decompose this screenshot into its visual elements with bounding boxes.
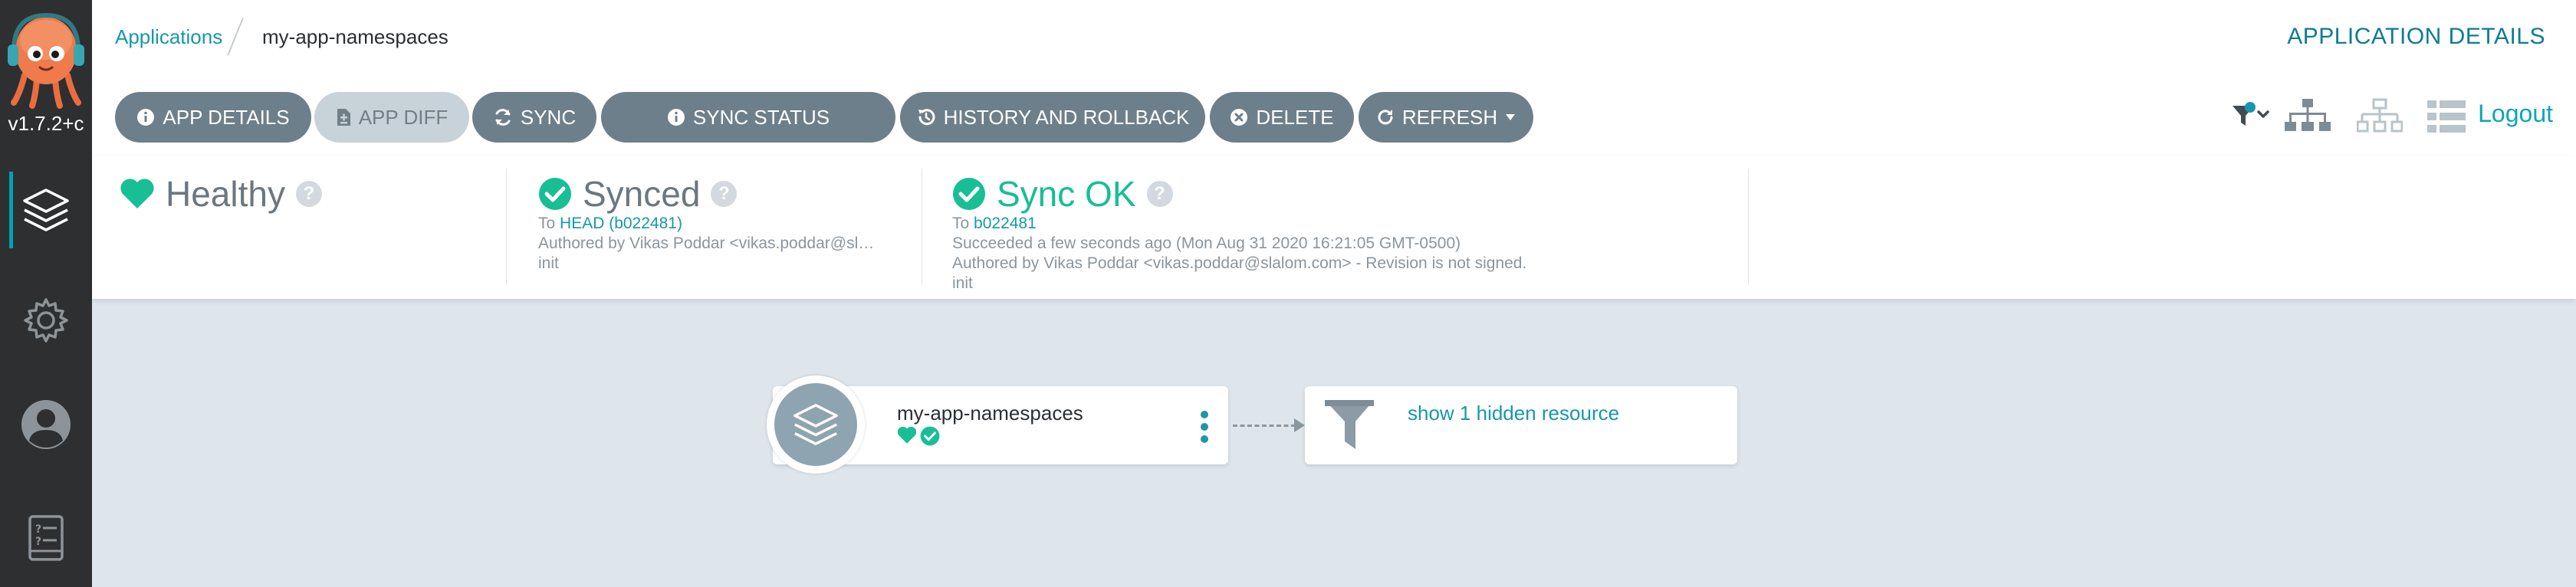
health-status: Healthy ? xyxy=(120,173,322,215)
sync-status-label: SYNC STATUS xyxy=(692,105,830,129)
history-icon xyxy=(918,109,935,126)
toolbar: APP DETAILS APP DIFF SYNC SYNC STATUS HI… xyxy=(92,77,2576,157)
sitemap-icon xyxy=(2285,99,2331,131)
app-details-label: APP DETAILS xyxy=(163,105,290,129)
status-panel: Healthy ? Synced ? To HEAD (b022481) Aut… xyxy=(92,156,2576,299)
layers-icon xyxy=(23,189,69,231)
tree-view-button[interactable] xyxy=(2285,93,2331,139)
sidebar-item-user-info[interactable] xyxy=(0,386,92,463)
operation-revision-link[interactable]: b022481 xyxy=(974,215,1037,232)
sync-icon xyxy=(495,109,511,126)
sync-revision-link[interactable]: HEAD (b022481) xyxy=(560,215,682,232)
filter-icon xyxy=(2233,102,2269,126)
network-view-button[interactable] xyxy=(2357,93,2403,139)
application-node-icon xyxy=(767,375,865,474)
sync-status: Synced ? xyxy=(538,173,738,215)
health-label: Healthy xyxy=(166,174,285,214)
app-details-button[interactable]: APP DETAILS xyxy=(115,92,311,143)
layers-icon xyxy=(794,404,838,445)
filter-dropdown[interactable] xyxy=(2231,93,2272,139)
graph-edge xyxy=(1233,425,1296,427)
svg-text:?: ? xyxy=(35,523,41,536)
column-divider xyxy=(506,169,507,285)
application-node-name[interactable]: my-app-namespaces xyxy=(897,402,1083,425)
node-menu-icon[interactable] xyxy=(1201,411,1208,443)
filter-icon xyxy=(1325,400,1374,449)
sidebar-item-docs[interactable]: ? ? xyxy=(0,500,92,576)
breadcrumb-applications-link[interactable]: Applications xyxy=(115,25,222,49)
sync-status-button[interactable]: SYNC STATUS xyxy=(601,92,895,143)
help-icon[interactable]: ? xyxy=(711,181,738,207)
operation-time: Succeeded a few seconds ago (Mon Aug 31 … xyxy=(952,234,1461,252)
refresh-button[interactable]: REFRESH xyxy=(1359,92,1533,143)
breadcrumb-separator xyxy=(227,18,244,56)
graph-edge-arrow xyxy=(1294,418,1305,432)
delete-button[interactable]: DELETE xyxy=(1210,92,1354,143)
history-rollback-label: HISTORY AND ROLLBACK xyxy=(943,105,1190,129)
history-rollback-button[interactable]: HISTORY AND ROLLBACK xyxy=(900,92,1205,143)
sync-message: init xyxy=(538,254,559,272)
check-circle-icon xyxy=(920,426,940,446)
list-icon xyxy=(2427,100,2466,133)
check-circle-icon xyxy=(953,178,985,210)
info-icon xyxy=(137,109,155,126)
sync-label: SYNC xyxy=(520,105,577,129)
user-icon xyxy=(21,400,71,449)
gear-icon xyxy=(24,298,68,343)
svg-text:?: ? xyxy=(35,536,41,548)
caret-down-icon xyxy=(1506,114,1516,120)
help-icon[interactable]: ? xyxy=(1146,181,1173,207)
check-circle-icon xyxy=(539,178,571,210)
sync-to-prefix: To xyxy=(538,215,556,232)
info-icon xyxy=(667,109,685,126)
operation-to-prefix: To xyxy=(952,215,970,232)
logout-link[interactable]: Logout xyxy=(2478,100,2553,128)
operation-author: Authored by Vikas Poddar <vikas.poddar@s… xyxy=(952,254,1527,272)
show-hidden-resources-link[interactable]: show 1 hidden resource xyxy=(1408,402,1619,425)
page-title: APPLICATION DETAILS xyxy=(2287,24,2545,49)
operation-status: Sync OK ? xyxy=(952,173,1173,215)
sync-status-title: Synced xyxy=(583,174,701,214)
network-icon xyxy=(2357,98,2403,133)
app-diff-label: APP DIFF xyxy=(358,105,449,129)
heart-icon xyxy=(897,426,917,444)
operation-message: init xyxy=(952,274,973,292)
sync-target: To HEAD (b022481) xyxy=(538,215,922,233)
sidebar-item-settings[interactable] xyxy=(0,282,92,359)
sync-author: Authored by Vikas Poddar <vikas.poddar@s… xyxy=(538,234,875,252)
file-diff-icon xyxy=(337,109,350,126)
list-view-button[interactable] xyxy=(2427,93,2466,139)
argo-mascot-icon[interactable] xyxy=(6,11,86,109)
app-diff-button[interactable]: APP DIFF xyxy=(314,92,469,143)
refresh-label: REFRESH xyxy=(1401,105,1498,129)
sidebar-item-applications[interactable] xyxy=(0,172,92,248)
sync-button[interactable]: SYNC xyxy=(472,92,596,143)
version-label: v1.7.2+c xyxy=(8,112,84,135)
help-icon[interactable]: ? xyxy=(295,181,322,207)
application-node-status xyxy=(897,426,940,446)
operation-status-title: Sync OK xyxy=(997,174,1136,214)
sidebar: v1.7.2+c ? ? xyxy=(0,0,92,587)
delete-icon xyxy=(1230,109,1248,126)
refresh-icon xyxy=(1378,110,1393,125)
delete-label: DELETE xyxy=(1256,105,1334,129)
breadcrumb-current: my-app-namespaces xyxy=(262,25,449,48)
column-divider xyxy=(1748,169,1749,285)
operation-target: To b022481 xyxy=(952,215,1719,233)
heart-icon xyxy=(120,179,154,208)
docs-icon: ? ? xyxy=(28,515,64,561)
top-bar: Applications my-app-namespaces APPLICATI… xyxy=(92,0,2576,77)
